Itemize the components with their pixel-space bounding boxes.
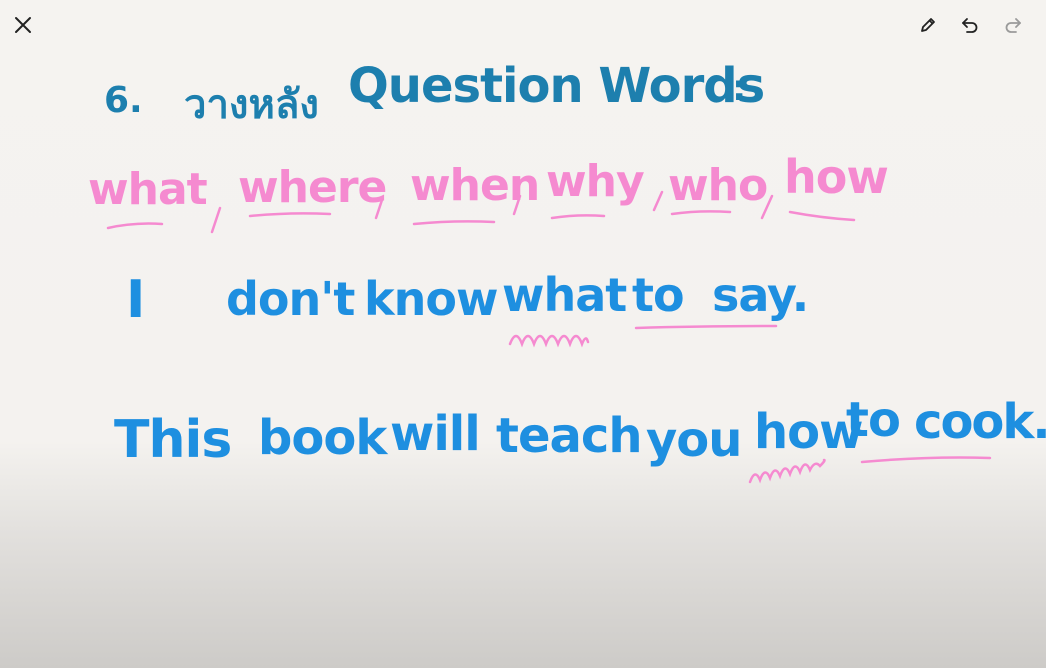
comma-stroke [374,198,384,220]
underline-stroke [788,210,856,222]
whiteboard-canvas[interactable]: 6. วางหลัง Question Words : what where w… [0,0,1046,668]
ink-annotations [106,190,992,484]
comma-stroke [760,194,774,220]
underline-stroke [670,210,732,216]
underline-stroke [412,220,496,226]
underline-stroke [860,456,992,464]
comma-stroke [512,194,522,216]
squiggle-stroke [748,458,826,484]
comma-stroke [652,190,664,212]
comma-stroke [210,206,222,234]
underline-stroke [106,222,164,230]
underline-stroke [550,214,606,220]
underline-stroke [248,212,332,218]
squiggle-stroke [508,334,590,348]
underline-stroke [634,324,778,330]
